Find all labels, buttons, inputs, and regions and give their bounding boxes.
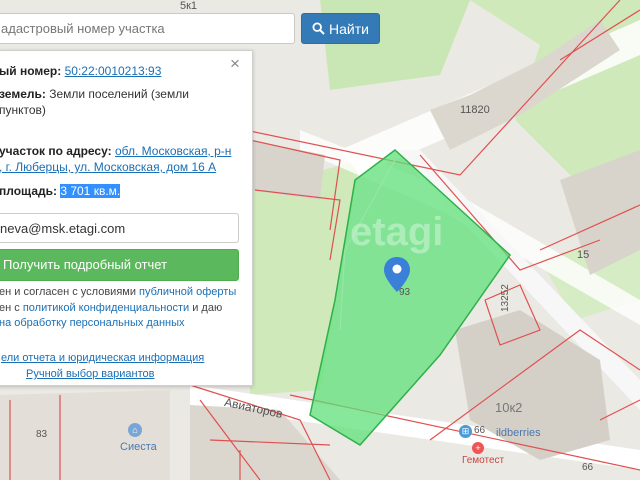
watermark: etagi: [350, 210, 443, 254]
map-label-building: 66: [582, 462, 594, 473]
map-label-building: 10к2: [495, 400, 523, 415]
privacy-policy-link[interactable]: политикой конфиденциальности: [23, 302, 189, 314]
area-row: площадь: 3 701 кв.м.: [0, 183, 121, 199]
personal-data-link[interactable]: на обработку персональных данных: [0, 317, 185, 329]
address-link[interactable]: обл. Московская, р-н: [115, 144, 231, 158]
get-report-button[interactable]: Получить подробный отчет: [0, 249, 239, 281]
consent-text: и даю: [189, 302, 223, 314]
building: [0, 390, 170, 480]
shop-icon[interactable]: ⊞: [459, 425, 472, 438]
land-category-value: Земли поселений (земли: [49, 87, 189, 101]
search-button[interactable]: Найти: [301, 13, 380, 44]
map-label-building: 83: [36, 429, 48, 440]
email-field[interactable]: [0, 213, 239, 243]
poi-label: ildberries: [496, 427, 541, 439]
poi-label: Гемотест: [462, 455, 505, 466]
address-row-continued: , г. Люберцы, ул. Московская, дом 16 А: [0, 159, 216, 175]
cadastral-number-link[interactable]: 50:22:0010213:93: [65, 64, 162, 78]
clinic-icon[interactable]: +: [472, 442, 484, 454]
manual-selection-row: Ручной выбор вариантов: [26, 367, 154, 382]
search-input[interactable]: [0, 14, 291, 43]
address-link-continued[interactable]: , г. Люберцы, ул. Московская, дом 16 А: [0, 160, 216, 174]
area-value: 3 701 кв.м.: [60, 184, 121, 198]
address-row: участок по адресу: обл. Московская, р-н: [0, 143, 231, 159]
consent-line-1: ен и согласен с условиями публичной офер…: [0, 285, 236, 300]
map-label-building: 15: [577, 249, 590, 261]
consent-text: ен с: [0, 302, 23, 314]
search-icon: [312, 22, 325, 35]
land-category-row: земель: Земли поселений (земли: [0, 86, 189, 102]
map-label-building: 11820: [460, 104, 490, 116]
consent-line-3: на обработку персональных данных: [0, 316, 185, 331]
address-label: участок по адресу:: [0, 144, 112, 158]
search-button-label: Найти: [329, 20, 369, 37]
land-category-value-continued: пунктов): [0, 103, 46, 117]
map-label-building: 5к1: [180, 0, 198, 12]
poi-icon[interactable]: ⌂: [128, 423, 142, 437]
map-label-building: 66: [474, 425, 486, 436]
area-label: площадь:: [0, 184, 57, 198]
parcel-info-panel: × ый номер: 50:22:0010213:93 земель: Зем…: [0, 50, 253, 386]
consent-text: ен и согласен с условиями: [0, 286, 140, 298]
manual-selection-link[interactable]: Ручной выбор вариантов: [26, 368, 154, 380]
poi-label: Сиеста: [120, 441, 157, 453]
map-label-parcel: 93: [399, 287, 411, 298]
cadastral-number-row: ый номер: 50:22:0010213:93: [0, 63, 161, 79]
land-category-label: земель:: [0, 87, 46, 101]
cadastral-number-label: ый номер:: [0, 64, 62, 78]
details-link-row: ели отчета и юридическая информация: [1, 351, 204, 366]
search-box: [0, 13, 295, 44]
report-details-link[interactable]: ели отчета и юридическая информация: [1, 352, 204, 364]
public-offer-link[interactable]: публичной оферты: [139, 286, 236, 298]
consent-line-2: ен с политикой конфиденциальности и даю: [0, 301, 222, 316]
map-label-parcel: 13252: [500, 284, 511, 312]
close-icon[interactable]: ×: [230, 55, 240, 72]
